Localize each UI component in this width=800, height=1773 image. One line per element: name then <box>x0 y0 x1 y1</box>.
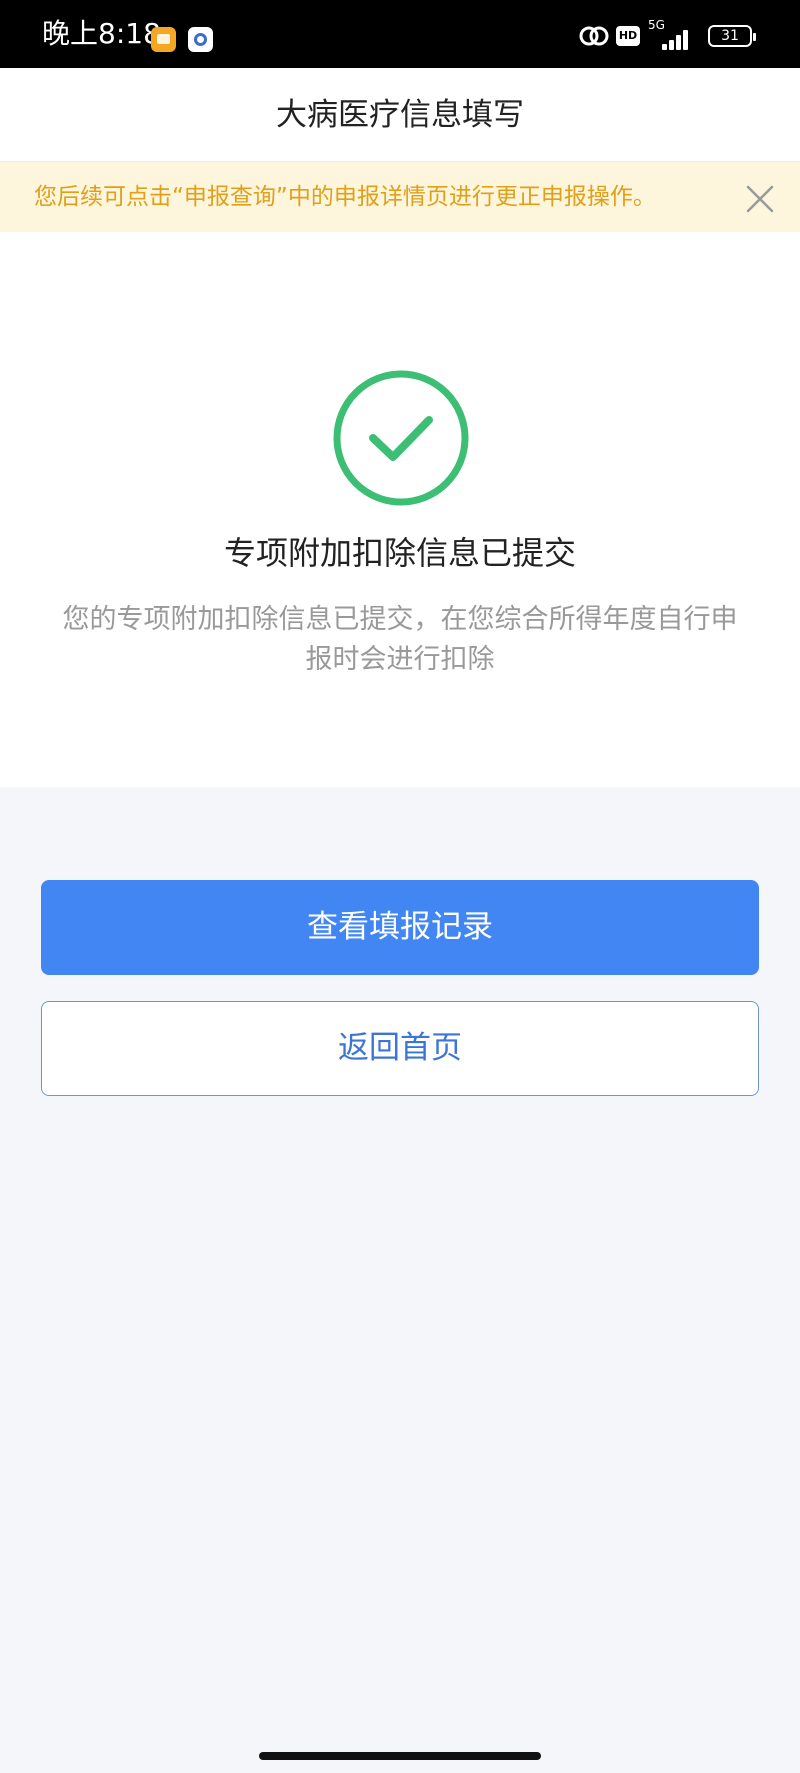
view-records-button[interactable]: 查看填报记录 <box>41 880 759 975</box>
hd-badge: HD <box>616 26 640 46</box>
app-screen: 晚上8:18 HD 5G 31 大病医疗信息填写 您后续可点击“申报查询”中的申… <box>0 0 800 1773</box>
back-home-button[interactable]: 返回首页 <box>41 1001 759 1096</box>
close-icon[interactable] <box>744 183 776 215</box>
signal-icon <box>654 28 688 50</box>
battery-icon: 31 <box>708 25 756 47</box>
link-icon <box>579 26 609 46</box>
check-circle-icon <box>333 370 469 506</box>
status-time: 晚上8:18 <box>42 17 161 50</box>
status-bar: 晚上8:18 HD 5G 31 <box>0 0 800 68</box>
notice-bar: 您后续可点击“申报查询”中的申报详情页进行更正申报操作。 <box>0 162 800 232</box>
page-title: 大病医疗信息填写 <box>276 97 524 133</box>
notice-text: 您后续可点击“申报查询”中的申报详情页进行更正申报操作。 <box>34 184 656 210</box>
battery-level: 31 <box>721 28 739 44</box>
result-title: 专项附加扣除信息已提交 <box>223 534 576 572</box>
result-description: 您的专项附加扣除信息已提交，在您综合所得年度自行申报时会进行扣除 <box>62 604 738 675</box>
app-header: 大病医疗信息填写 <box>0 68 800 162</box>
gear-app-icon <box>188 27 213 52</box>
result-panel: 专项附加扣除信息已提交 您的专项附加扣除信息已提交，在您综合所得年度自行申报时会… <box>0 232 800 787</box>
home-indicator[interactable] <box>259 1752 541 1760</box>
message-app-icon <box>151 27 176 52</box>
